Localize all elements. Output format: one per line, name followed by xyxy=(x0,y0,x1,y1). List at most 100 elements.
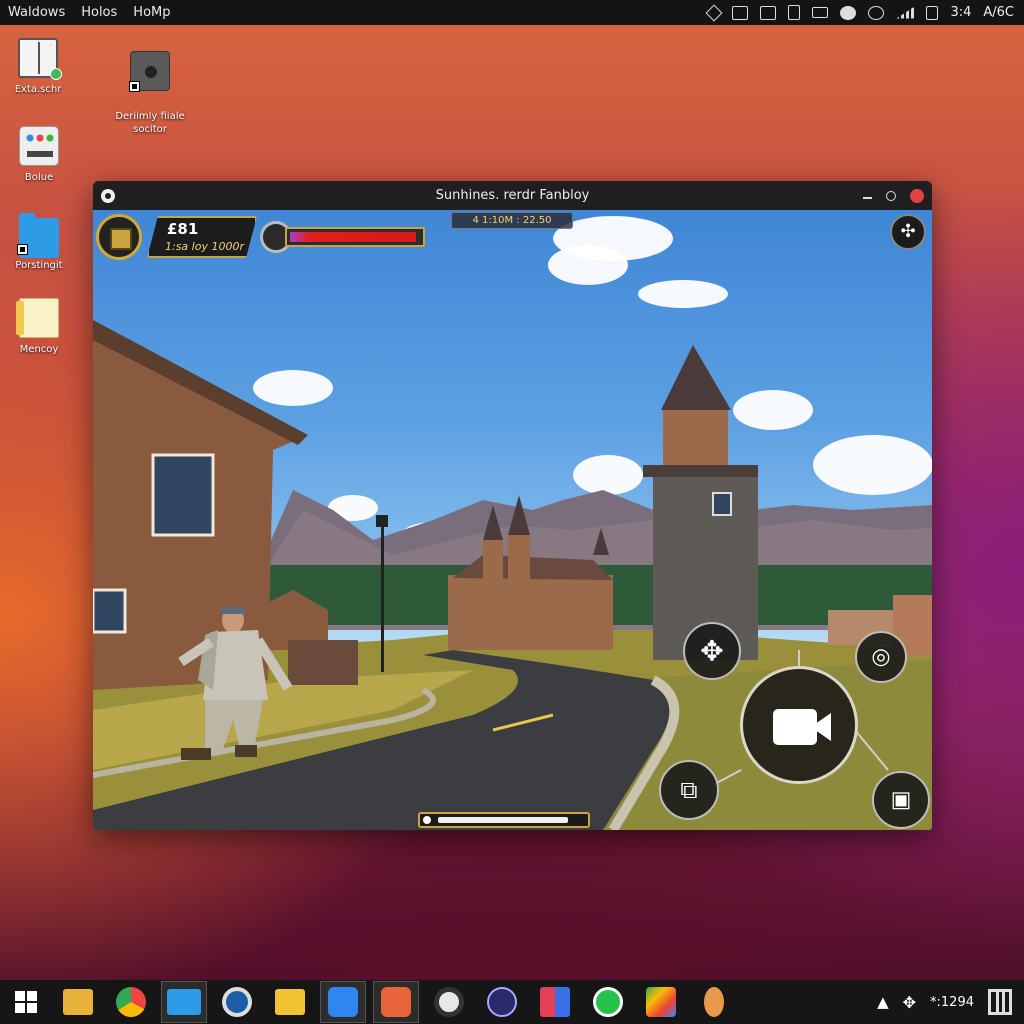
desktop-icon-exta[interactable]: Exta.schr xyxy=(0,38,83,95)
taskbar: ▲ ✥ *:1294 xyxy=(0,980,1024,1024)
close-button[interactable] xyxy=(910,188,924,203)
taskbar-game[interactable] xyxy=(373,981,419,1023)
camera-icon[interactable] xyxy=(812,7,829,18)
search-button[interactable] xyxy=(886,190,896,201)
record-button[interactable] xyxy=(740,666,858,784)
network-icon[interactable]: ✥ xyxy=(903,993,916,1012)
whatsapp-icon xyxy=(593,987,623,1017)
window-title: Sunhines. rerdr Fanbloy xyxy=(435,188,590,203)
signal-bars-icon[interactable] xyxy=(896,6,915,19)
taskbar-whatsapp[interactable] xyxy=(585,981,631,1023)
snapshot-button[interactable]: ◎ xyxy=(855,631,907,683)
taskbar-file-explorer[interactable] xyxy=(55,981,101,1023)
camera-icon: ▣ xyxy=(890,787,912,813)
player-boot xyxy=(235,745,257,757)
file-explorer-icon xyxy=(63,989,93,1015)
monitor-icon[interactable] xyxy=(732,5,749,20)
move-button[interactable]: ✥ xyxy=(683,622,741,680)
manor-tower xyxy=(508,535,530,580)
snapshot-icon: ◎ xyxy=(871,644,891,670)
move-icon: ✥ xyxy=(700,634,724,668)
taskbar-notes[interactable] xyxy=(267,981,313,1023)
menu-item-waldows[interactable]: Waldows xyxy=(0,5,73,20)
network-icon[interactable] xyxy=(705,4,723,21)
low-wall xyxy=(288,640,358,685)
taskbar-browser[interactable] xyxy=(108,981,154,1023)
notification-center-icon[interactable] xyxy=(988,989,1012,1015)
windows-app-icon xyxy=(540,987,570,1017)
menu-item-holos[interactable]: Holos xyxy=(73,5,125,20)
desktop-icon-bolue[interactable]: Bolue xyxy=(0,126,84,183)
settings-button[interactable] xyxy=(890,214,926,250)
health-bar-fill xyxy=(290,232,417,242)
shortcut-arrow-icon xyxy=(17,244,28,255)
apps-icon xyxy=(19,126,59,166)
display-icon[interactable] xyxy=(760,5,777,20)
player-boot xyxy=(181,748,211,760)
files-icon xyxy=(167,989,201,1015)
desktop-icon-label: Bolue xyxy=(24,172,54,183)
desktop-icon-deriimly[interactable]: Deriimly fiiale socitor xyxy=(105,38,195,149)
clock-tower-top xyxy=(663,405,728,475)
menu-item-homp[interactable]: HoMp xyxy=(125,5,178,20)
window-titlebar[interactable]: Sunhines. rerdr Fanbloy xyxy=(93,181,932,210)
video-button[interactable]: ▣ xyxy=(872,771,930,829)
score-subtitle: 1:sa loy 1000r xyxy=(165,240,244,253)
video-camera-lens-icon xyxy=(817,713,831,741)
desktop-icon-porstingit[interactable]: Porstingit xyxy=(0,213,84,271)
clock-tower-balcony xyxy=(643,465,758,477)
taskbar-clock[interactable]: *:1294 xyxy=(930,995,974,1010)
desktop-icon-label: Deriimly fiiale socitor xyxy=(115,111,185,135)
score-value: £81 xyxy=(167,220,199,238)
game-window: Sunhines. rerdr Fanbloy £81 1:sa loy 100… xyxy=(93,181,932,830)
play-store-icon xyxy=(646,987,676,1017)
taskbar-steam[interactable] xyxy=(426,981,472,1023)
progress-slider[interactable] xyxy=(418,812,590,828)
steam-icon xyxy=(434,987,464,1017)
browser-icon xyxy=(116,987,146,1017)
memo-icon xyxy=(16,298,59,338)
taskbar-character-app[interactable] xyxy=(691,981,737,1023)
building-window xyxy=(151,453,215,537)
start-icon xyxy=(15,991,37,1013)
folder-icon xyxy=(17,213,59,258)
desktop-icon-label: Exta.schr xyxy=(14,84,62,95)
top-info-panel: 4 1:10M : 22.50 xyxy=(451,212,573,229)
building-window xyxy=(93,588,127,634)
video-camera-icon xyxy=(773,709,817,745)
manor-tower xyxy=(483,540,503,580)
clock-tower-spire xyxy=(661,345,731,410)
minimize-button[interactable] xyxy=(863,196,872,199)
battery-icon[interactable] xyxy=(926,5,939,20)
game-viewport[interactable]: £81 1:sa loy 1000r 4 1:10M : 22.50 ✥ ◎ ⧉… xyxy=(93,210,932,830)
camera-app-icon xyxy=(222,987,252,1017)
taskbar-globe[interactable] xyxy=(479,981,525,1023)
desktop-icon-label: Mencoy xyxy=(19,344,59,355)
taskbar-windows-app[interactable] xyxy=(532,981,578,1023)
desktop-icon-label: Porstingit xyxy=(15,260,63,271)
taskbar-tray: ▲ ✥ *:1294 xyxy=(877,989,1024,1015)
language-indicator[interactable]: A/6C xyxy=(983,5,1014,20)
clipboard-icon[interactable] xyxy=(788,5,801,20)
player-cap xyxy=(221,607,245,614)
manor xyxy=(448,575,613,650)
record-icon[interactable] xyxy=(868,5,885,20)
chevron-up-icon[interactable]: ▲ xyxy=(877,993,889,1011)
shortcut-arrow-icon xyxy=(129,81,140,92)
taskbar-play-store[interactable] xyxy=(638,981,684,1023)
taskbar-app-store[interactable] xyxy=(320,981,366,1023)
desktop-icon-mencoy[interactable]: Mencoy xyxy=(0,298,84,355)
clock-text[interactable]: 3:4 xyxy=(950,5,971,20)
street-lamp xyxy=(376,515,388,527)
player-emblem[interactable] xyxy=(96,214,142,260)
street-lamp xyxy=(381,522,384,672)
app-icon[interactable] xyxy=(840,5,857,20)
window-controls xyxy=(863,188,932,203)
screenshot-button[interactable]: ⧉ xyxy=(659,760,719,820)
app-store-icon xyxy=(328,987,358,1017)
taskbar-files[interactable] xyxy=(161,981,207,1023)
taskbar-camera[interactable] xyxy=(214,981,260,1023)
start-button[interactable] xyxy=(4,981,48,1023)
game-app-icon xyxy=(381,987,411,1017)
tower-window xyxy=(712,492,732,516)
